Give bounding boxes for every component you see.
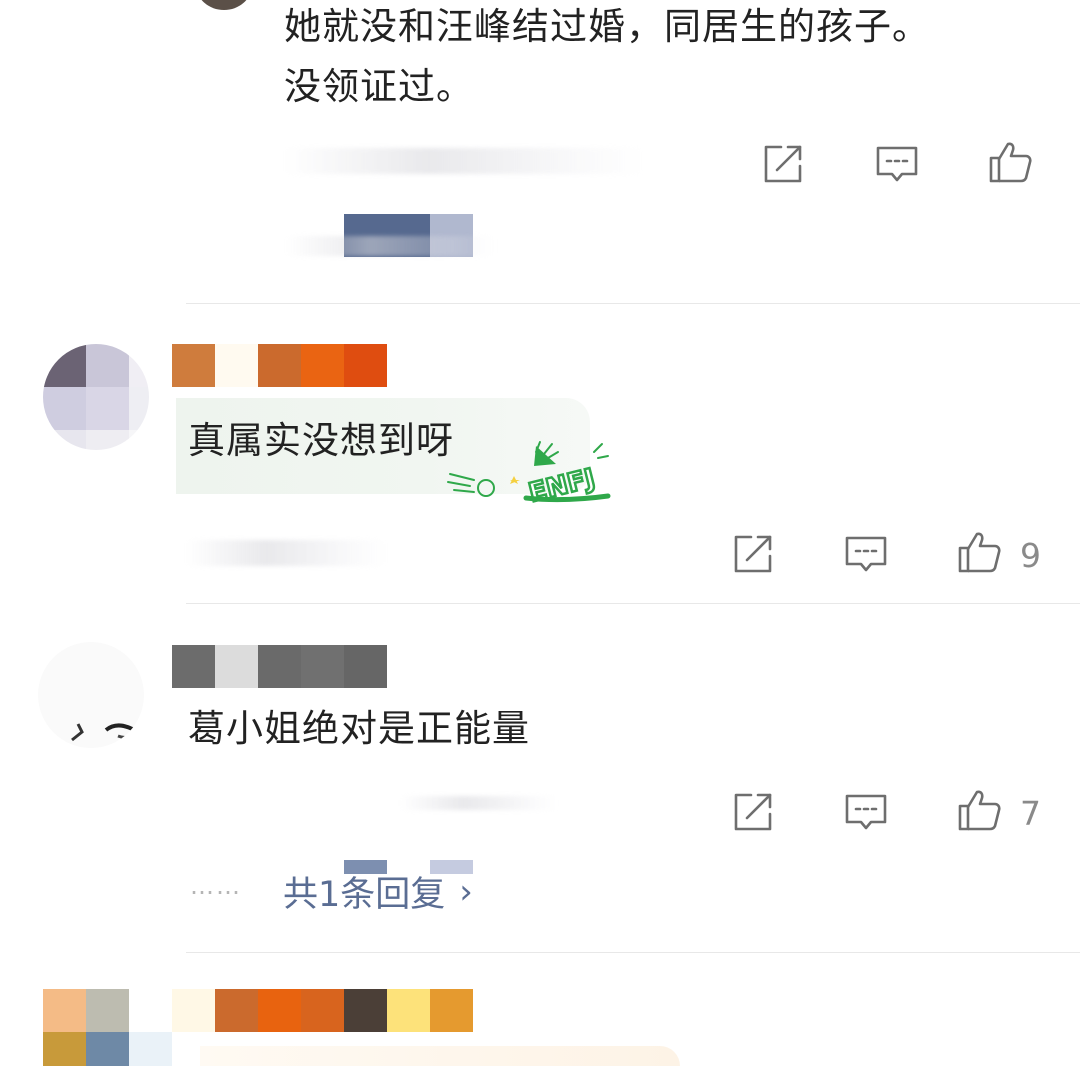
share-icon (734, 793, 772, 831)
comment-text: 葛小姐绝对是正能量 (188, 707, 530, 750)
like-count: 9 (1020, 536, 1041, 575)
avatar-image (71, 723, 144, 742)
share-button[interactable] (730, 789, 776, 835)
username-mosaic[interactable] (172, 645, 387, 688)
comment-text: 真属实没想到呀 (188, 419, 454, 462)
avatar[interactable] (196, 0, 252, 10)
share-icon (764, 145, 802, 183)
divider (186, 303, 1080, 304)
comment-bubble (200, 1046, 680, 1066)
comment-button[interactable] (874, 141, 920, 187)
comment-timestamp (400, 796, 560, 810)
avatar[interactable] (43, 989, 172, 1066)
comment-button[interactable] (843, 789, 889, 835)
username-mosaic[interactable] (172, 989, 473, 1032)
like-button[interactable] (987, 139, 1033, 185)
share-icon (734, 535, 772, 573)
thumbs-up-icon (958, 532, 1001, 573)
avatar[interactable] (38, 642, 144, 748)
comment-icon (876, 146, 918, 182)
comment-icon (845, 536, 887, 572)
comment-timestamp (284, 148, 644, 174)
thumbs-up-icon (989, 142, 1032, 183)
comment-text-line: 她就没和汪峰结过婚，同居生的孩子。 (284, 5, 930, 48)
share-button[interactable] (760, 141, 806, 187)
reply-preview-blur (286, 236, 496, 256)
view-replies-label: 共1条回复 (283, 875, 446, 915)
enfj-badge-icon: ENFJ (447, 441, 611, 510)
reply-dots: …… (190, 872, 242, 900)
like-count: 7 (1020, 794, 1041, 833)
comment-timestamp (186, 540, 386, 566)
like-button[interactable] (956, 529, 1002, 575)
thumbs-up-icon (958, 790, 1001, 831)
share-button[interactable] (730, 531, 776, 577)
avatar[interactable] (43, 344, 149, 450)
view-replies-link[interactable]: 共1条回复 › (283, 866, 473, 917)
like-button[interactable] (956, 787, 1002, 833)
comment-text-line: 没领证过。 (284, 65, 474, 108)
divider (186, 952, 1080, 953)
comment-icon (845, 794, 887, 830)
chevron-right-icon: › (459, 871, 473, 912)
username-mosaic[interactable] (172, 344, 387, 387)
comment-button[interactable] (843, 531, 889, 577)
comment-list: 她就没和汪峰结过婚，同居生的孩子。 没领证过。 真属实没想到呀 ENFJ 9 葛… (0, 0, 1080, 1066)
comment-text: 她就没和汪峰结过婚，同居生的孩子。 没领证过。 (284, 0, 1054, 114)
enfj-badge: ENFJ (444, 436, 614, 510)
divider (186, 603, 1080, 604)
